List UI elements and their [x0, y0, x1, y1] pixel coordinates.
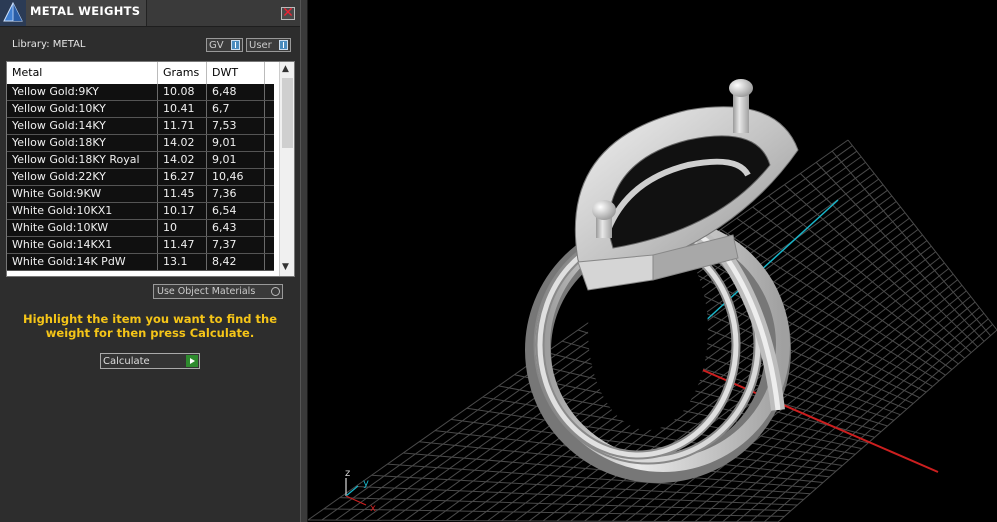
gizmo-y-label: y [363, 478, 369, 489]
use-object-materials-button[interactable]: Use Object Materials [153, 284, 283, 299]
grams-cell: 10 [158, 220, 207, 236]
toggle-indicator-icon [279, 40, 288, 50]
gv-toggle-button[interactable]: GV [206, 38, 243, 52]
column-header-dwt[interactable]: DWT [207, 62, 265, 84]
pyramid-logo-icon [0, 0, 26, 26]
gizmo-x-label: x [370, 503, 376, 514]
close-button[interactable]: ✕ [281, 5, 295, 21]
dwt-cell: 7,36 [207, 186, 265, 202]
dwt-cell: 7,53 [207, 118, 265, 134]
user-toggle-button[interactable]: User [246, 38, 291, 52]
table-row[interactable]: Yellow Gold:14KY 11.71 7,53 [7, 118, 274, 135]
list-scrollbar[interactable]: ▲ ▼ [279, 62, 294, 276]
dwt-cell: 7,37 [207, 237, 265, 253]
column-header-metal[interactable]: Metal [7, 62, 158, 84]
dwt-cell: 6,43 [207, 220, 265, 236]
grams-cell: 10.17 [158, 203, 207, 219]
radio-icon [271, 287, 280, 296]
title-tab: METAL WEIGHTS [26, 0, 147, 26]
3d-viewport[interactable]: z y x [308, 0, 997, 522]
table-row[interactable]: White Gold:9KW 11.45 7,36 [7, 186, 274, 203]
toggle-indicator-icon [231, 40, 240, 50]
grams-cell: 14.02 [158, 135, 207, 151]
grams-cell: 16.27 [158, 169, 207, 185]
metal-cell: Yellow Gold:22KY [7, 169, 158, 185]
dwt-cell: 6,7 [207, 101, 265, 117]
scroll-up-icon[interactable]: ▲ [282, 64, 289, 74]
grams-cell: 14.02 [158, 152, 207, 168]
grams-cell: 11.45 [158, 186, 207, 202]
grams-cell: 11.71 [158, 118, 207, 134]
table-row[interactable]: White Gold:10KX1 10.17 6,54 [7, 203, 274, 220]
close-icon: ✕ [282, 5, 294, 21]
dwt-cell: 9,01 [207, 135, 265, 151]
grams-cell: 10.41 [158, 101, 207, 117]
dwt-cell: 10,46 [207, 169, 265, 185]
calculate-button[interactable]: Calculate [100, 353, 200, 369]
scroll-down-icon[interactable]: ▼ [282, 262, 289, 272]
grams-cell: 10.08 [158, 84, 207, 100]
metal-cell: White Gold:9KW [7, 186, 158, 202]
use-object-materials-label: Use Object Materials [157, 286, 256, 297]
table-row[interactable]: White Gold:14KX1 11.47 7,37 [7, 237, 274, 254]
metal-cell: Yellow Gold:10KY [7, 101, 158, 117]
table-row[interactable]: Yellow Gold:10KY 10.41 6,7 [7, 101, 274, 118]
dwt-cell: 6,48 [207, 84, 265, 100]
calculate-label: Calculate [103, 356, 150, 367]
metal-weights-panel: METAL WEIGHTS ✕ Library: METAL GV User M… [0, 0, 300, 522]
metal-cell: Yellow Gold:18KY Royal [7, 152, 158, 168]
dwt-cell: 8,42 [207, 254, 265, 270]
table-row[interactable]: Yellow Gold:9KY 10.08 6,48 [7, 84, 274, 101]
panel-titlebar: METAL WEIGHTS ✕ [0, 0, 300, 27]
table-row[interactable]: White Gold:10KW 10 6,43 [7, 220, 274, 237]
metal-list[interactable]: Metal Grams DWT Yellow Gold:9KY 10.08 6,48… [6, 61, 295, 277]
list-rows: Yellow Gold:9KY 10.08 6,48 Yellow Gold:10K… [7, 84, 274, 271]
metal-cell: Yellow Gold:18KY [7, 135, 158, 151]
metal-cell: White Gold:10KW [7, 220, 158, 236]
dwt-cell: 6,54 [207, 203, 265, 219]
ring-model [525, 79, 799, 483]
metal-cell: White Gold:14K PdW [7, 254, 158, 270]
list-header: Metal Grams DWT [7, 62, 280, 84]
metal-cell: Yellow Gold:14KY [7, 118, 158, 134]
gizmo-z-label: z [345, 468, 350, 479]
grams-cell: 11.47 [158, 237, 207, 253]
scroll-thumb[interactable] [282, 78, 293, 148]
table-row[interactable]: Yellow Gold:22KY 16.27 10,46 [7, 169, 274, 186]
library-label: Library: METAL [12, 39, 86, 50]
panel-splitter[interactable] [300, 0, 308, 522]
metal-cell: Yellow Gold:9KY [7, 84, 158, 100]
user-toggle-label: User [249, 40, 272, 51]
dwt-cell: 9,01 [207, 152, 265, 168]
column-header-grams[interactable]: Grams [158, 62, 207, 84]
play-icon [186, 355, 198, 367]
gv-toggle-label: GV [209, 40, 224, 51]
table-row[interactable]: White Gold:14K PdW 13.1 8,42 [7, 254, 274, 271]
table-row[interactable]: Yellow Gold:18KY 14.02 9,01 [7, 135, 274, 152]
viewport-canvas: z y x [308, 79, 997, 522]
metal-cell: White Gold:10KX1 [7, 203, 158, 219]
table-row[interactable]: Yellow Gold:18KY Royal 14.02 9,01 [7, 152, 274, 169]
hint-text: Highlight the item you want to find the … [23, 312, 277, 340]
panel-title: METAL WEIGHTS [30, 4, 141, 18]
grams-cell: 13.1 [158, 254, 207, 270]
metal-cell: White Gold:14KX1 [7, 237, 158, 253]
